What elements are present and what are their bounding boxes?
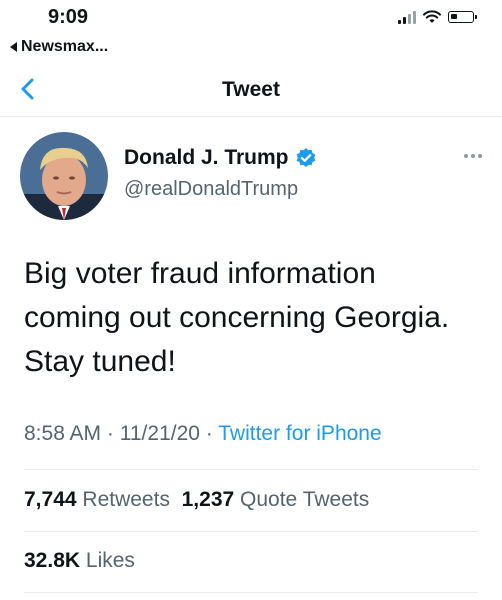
tweet-text-line: Stay tuned! <box>24 345 176 378</box>
status-bar: 9:09 Newsmax... <box>0 0 502 60</box>
page-title: Tweet <box>222 78 280 101</box>
wifi-icon <box>423 10 441 23</box>
quote-tweets-stat[interactable]: 1,237 Quote Tweets <box>182 488 370 511</box>
back-app-label: Newsmax... <box>21 38 109 55</box>
more-options-icon[interactable] <box>464 154 482 158</box>
retweets-stat[interactable]: 7,744 Retweets <box>24 488 170 511</box>
cellular-signal-icon <box>398 10 416 24</box>
verified-badge-icon <box>296 148 315 168</box>
likes-count: 32.8K <box>24 549 81 572</box>
tweet-time: 8:58 AM <box>24 422 102 445</box>
likes-stat[interactable]: 32.8K Likes <box>24 549 135 572</box>
avatar-portrait-icon <box>20 132 108 220</box>
user-handle[interactable]: @realDonaldTrump <box>124 178 298 201</box>
likes-stats-row: 32.8K Likes <box>24 549 135 573</box>
retweet-stats-row: 7,744 Retweets 1,237 Quote Tweets <box>24 488 369 512</box>
meta-separator: · <box>106 422 114 445</box>
tweet-text-line: Big voter fraud information <box>24 257 376 290</box>
name-line: Donald J. Trump <box>124 146 317 170</box>
likes-label: Likes <box>85 549 135 572</box>
tweet-date: 11/21/20 <box>119 422 200 445</box>
retweets-label: Retweets <box>82 488 170 511</box>
status-time: 9:09 <box>48 6 89 28</box>
divider <box>24 531 478 532</box>
divider <box>24 592 478 593</box>
avatar[interactable] <box>20 132 108 220</box>
divider <box>24 469 478 470</box>
display-name[interactable]: Donald J. Trump <box>124 146 289 170</box>
tweet-meta: 8:58 AM · 11/21/20 · Twitter for iPhone <box>24 422 382 446</box>
tweet-text-line: coming out concerning Georgia. <box>24 301 450 334</box>
system-icons <box>398 10 477 24</box>
battery-icon <box>448 11 477 23</box>
meta-separator: · <box>205 422 213 445</box>
tweet-author: Donald J. Trump @realDonaldTrump <box>20 132 482 222</box>
quote-tweets-count: 1,237 <box>181 488 235 511</box>
nav-bar: Tweet <box>0 64 502 117</box>
quote-tweets-label: Quote Tweets <box>240 488 370 511</box>
back-triangle-icon <box>10 42 17 52</box>
tweet-source-link[interactable]: Twitter for iPhone <box>218 422 381 445</box>
retweets-count: 7,744 <box>24 488 77 511</box>
tweet-text: Big voter fraud information coming out c… <box>24 252 494 384</box>
back-to-app-button[interactable]: Newsmax... <box>10 38 108 56</box>
